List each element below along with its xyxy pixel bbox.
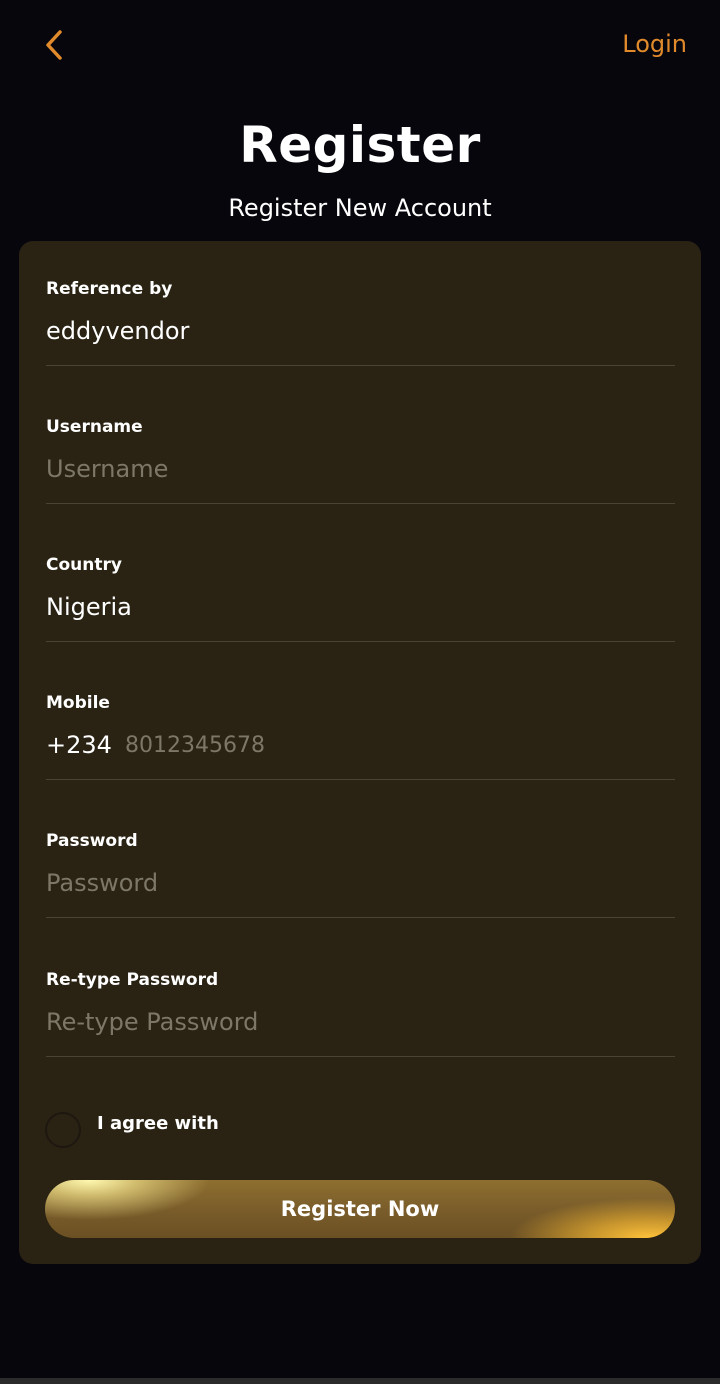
username-field: Username [46, 379, 675, 504]
reference-label: Reference by [46, 279, 173, 299]
reference-value[interactable]: eddyvendor [46, 317, 675, 345]
register-form-card: Reference by eddyvendor Username Country… [19, 241, 701, 1264]
dial-code: +234 [46, 731, 112, 759]
back-button[interactable] [38, 28, 70, 62]
country-select[interactable]: Nigeria [46, 593, 675, 621]
register-page: Login Register Register New Account Refe… [0, 0, 720, 1384]
chevron-left-icon [46, 30, 62, 60]
country-label: Country [46, 555, 122, 575]
agree-label: I agree with [97, 1113, 219, 1134]
reference-field: Reference by eddyvendor [46, 241, 675, 366]
country-field: Country Nigeria [46, 517, 675, 642]
page-title: Register [239, 116, 481, 174]
mobile-field: Mobile +234 [46, 655, 675, 780]
mobile-input[interactable] [125, 733, 665, 758]
login-link[interactable]: Login [622, 30, 687, 58]
username-label: Username [46, 417, 143, 437]
page-subtitle: Register New Account [228, 194, 492, 222]
password-input[interactable] [46, 869, 675, 897]
retype-password-input[interactable] [46, 1008, 675, 1036]
register-now-button[interactable]: Register Now [45, 1180, 675, 1238]
bottom-divider [0, 1378, 720, 1384]
mobile-label: Mobile [46, 693, 110, 713]
retype-password-field: Re-type Password [46, 932, 675, 1057]
agree-checkbox[interactable] [45, 1112, 81, 1148]
password-field: Password [46, 793, 675, 918]
password-label: Password [46, 831, 138, 851]
retype-password-label: Re-type Password [46, 970, 219, 990]
username-input[interactable] [46, 455, 675, 483]
